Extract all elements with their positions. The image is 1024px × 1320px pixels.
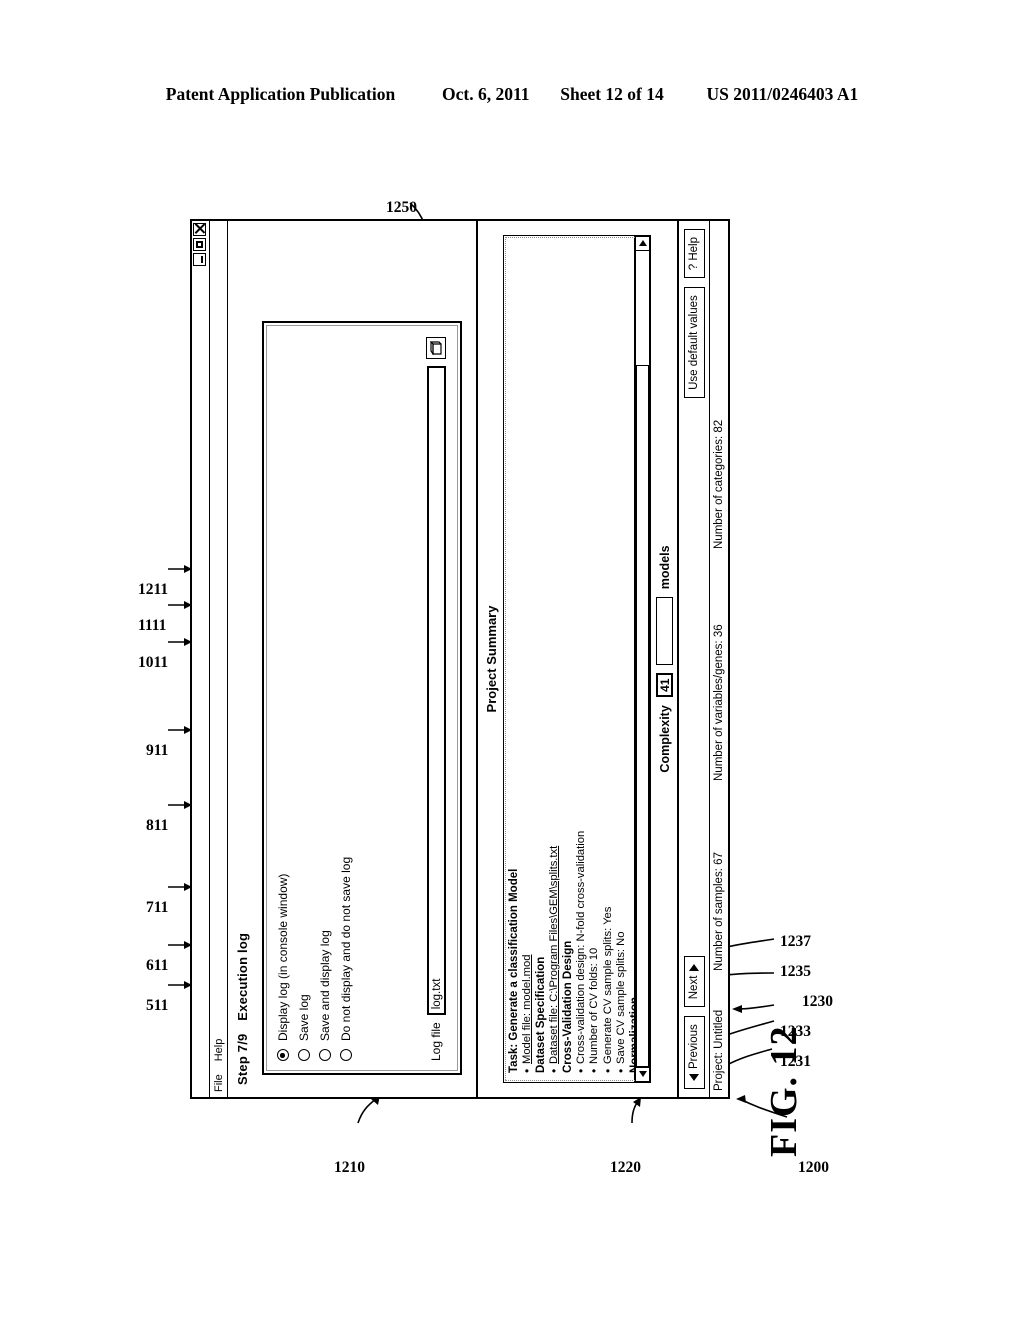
summary-item: Number of CV folds: 10 (588, 244, 601, 1073)
scroll-right-arrow-icon[interactable] (635, 236, 650, 251)
radio-icon (298, 1049, 310, 1061)
patent-date: Oct. 6, 2011 (441, 84, 530, 104)
callout-1250: 1250 (386, 199, 417, 216)
radio-icon (319, 1049, 331, 1061)
next-button-label: Next (688, 975, 700, 1000)
help-button-label: ? Help (688, 237, 700, 271)
summary-heading: Dataset Specification (534, 956, 547, 1073)
summary-item: Save CV sample splits: No (615, 244, 628, 1073)
radio-display-log[interactable]: Display log (in console window) (276, 857, 290, 1061)
summary-item: Dataset file: C:\Program Files\GEM\split… (548, 244, 561, 1073)
log-file-input[interactable]: log.txt (426, 366, 446, 1016)
patent-sheet: Sheet 12 of 14 (560, 84, 664, 104)
patent-number: US 2011/0246403 A1 (706, 84, 859, 104)
radio-icon (277, 1049, 289, 1061)
step-heading: Step 7/9 Execution log (228, 221, 256, 1097)
log-mode-radio-group: Display log (in console window) Save log… (276, 857, 353, 1061)
complexity-extra-field[interactable] (656, 597, 673, 666)
defaults-button-label: Use default values (688, 295, 700, 390)
close-icon[interactable] (193, 223, 206, 236)
callout-1233: 1233 (780, 1023, 811, 1040)
project-summary-title: Project Summary (484, 605, 499, 713)
radio-save-log[interactable]: Save log (297, 857, 311, 1061)
summary-heading: Cross-Validation Design (561, 940, 574, 1073)
radio-save-and-display-log[interactable]: Save and display log (318, 857, 332, 1061)
radio-label: Save log (297, 994, 311, 1041)
log-file-label: Log file (429, 1022, 443, 1061)
menu-item-help[interactable]: Help (213, 1039, 225, 1062)
callout-911: 911 (146, 742, 169, 759)
minimize-icon[interactable] (193, 253, 206, 266)
status-project: Project: Untitled (713, 1009, 725, 1091)
wizard-button-bar: Previous Next Use default values ? Help (677, 221, 709, 1097)
radio-icon (340, 1049, 352, 1061)
radio-label: Do not display and do not save log (339, 856, 353, 1041)
callout-1231: 1231 (780, 1053, 811, 1070)
folder-open-icon[interactable] (426, 337, 446, 359)
complexity-unit: models (657, 545, 672, 590)
status-categories: Number of categories: 82 (713, 419, 725, 549)
project-summary-content: Task: Generate a classification Model Mo… (504, 236, 634, 1082)
callout-811: 811 (146, 817, 169, 834)
scroll-left-arrow-icon[interactable] (635, 1067, 650, 1082)
figure-label: FIG. 12 (763, 1025, 805, 1157)
step-pane-execution-log: Step 7/9 Execution log Display log (in c… (228, 221, 478, 1097)
complexity-value[interactable]: 41 (656, 673, 673, 698)
patent-publication-label: Patent Application Publication (165, 84, 396, 104)
scrollbar-thumb[interactable] (636, 365, 649, 1067)
status-variables: Number of variables/genes: 36 (713, 624, 725, 781)
next-button[interactable]: Next (683, 955, 705, 1008)
complexity-row: Complexity 41 models (651, 221, 677, 1097)
project-summary-box: Task: Generate a classification Model Mo… (503, 235, 651, 1083)
radio-label: Save and display log (318, 930, 332, 1041)
window-control-buttons (193, 223, 206, 266)
callout-1011: 1011 (138, 654, 169, 671)
summary-item: Model file: model.mod (521, 244, 534, 1073)
callout-1211: 1211 (138, 581, 169, 598)
step-title-text: Execution log (235, 932, 250, 1021)
help-button[interactable]: ? Help (683, 229, 705, 279)
right-arrow-icon (689, 963, 699, 971)
menu-bar: File Help (210, 221, 228, 1097)
status-samples: Number of samples: 67 (713, 852, 725, 971)
callout-1220: 1220 (610, 1159, 641, 1176)
patent-page-header: Patent Application Publication Oct. 6, 2… (0, 84, 1024, 105)
callout-1230: 1230 (802, 993, 833, 1010)
execution-log-groupbox: Display log (in console window) Save log… (262, 321, 462, 1075)
summary-heading: Task: Generate a classification Model (508, 868, 520, 1073)
project-summary-pane: Project Summary Task: Generate a classif… (478, 221, 677, 1097)
status-bar: Project: Untitled Number of samples: 67 … (709, 221, 728, 1097)
callout-1237: 1237 (780, 933, 811, 950)
use-default-values-button[interactable]: Use default values (683, 287, 705, 398)
callout-1235: 1235 (780, 963, 811, 980)
step-number: Step 7/9 (235, 1033, 250, 1085)
window-titlebar[interactable] (192, 221, 210, 1097)
callout-511: 511 (146, 997, 169, 1014)
figure-12-drawing: FIG. 12 511 611 711 811 911 1011 1111 12… (138, 155, 862, 1176)
complexity-label: Complexity (657, 705, 672, 773)
scrollbar-track[interactable] (635, 251, 650, 1067)
maximize-icon[interactable] (193, 238, 206, 251)
radio-label: Display log (in console window) (276, 873, 290, 1041)
callout-1200: 1200 (798, 1159, 829, 1176)
window-body: Step 7/9 Execution log Display log (in c… (228, 221, 728, 1097)
callout-611: 611 (146, 957, 169, 974)
radio-no-display-no-save[interactable]: Do not display and do not save log (339, 857, 353, 1061)
callout-1111: 1111 (138, 617, 167, 634)
menu-item-file[interactable]: File (213, 1074, 225, 1092)
log-file-row: Log file log.txt (426, 337, 446, 1061)
summary-item: Cross-validation design: N-fold cross-va… (575, 244, 588, 1073)
application-window: File Help Step 7/9 Execution log Display… (190, 219, 730, 1099)
left-arrow-icon (689, 1074, 699, 1081)
summary-horizontal-scrollbar[interactable] (634, 236, 650, 1082)
callout-711: 711 (146, 899, 169, 916)
summary-item: Generate CV sample splits: Yes (602, 244, 615, 1073)
previous-button-label: Previous (688, 1024, 700, 1069)
previous-button[interactable]: Previous (683, 1016, 705, 1089)
callout-1210: 1210 (334, 1159, 365, 1176)
